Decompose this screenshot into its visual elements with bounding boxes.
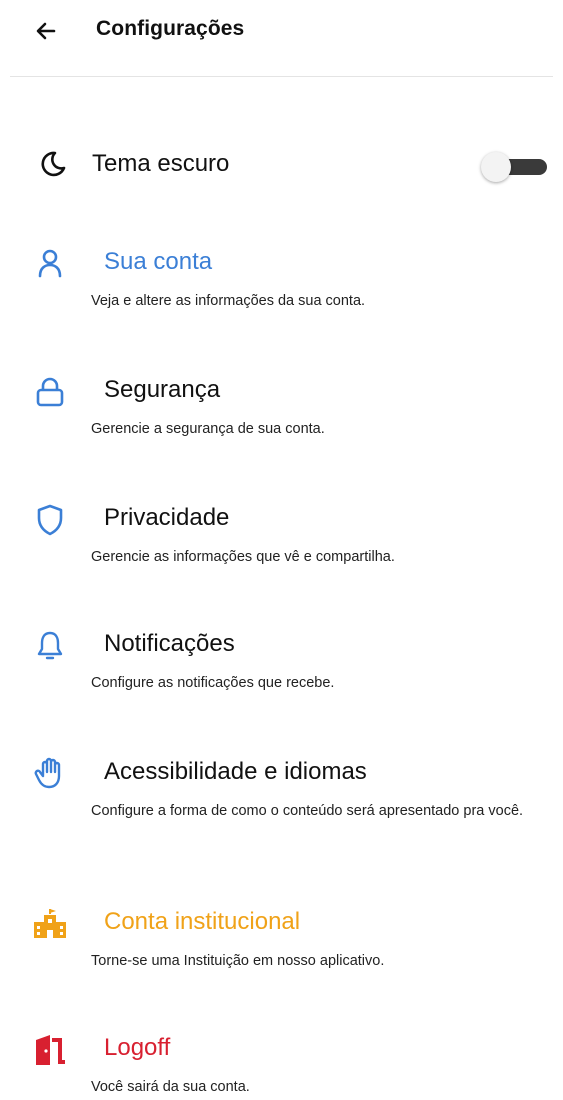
settings-item-title: Conta institucional (104, 908, 301, 935)
back-button[interactable] (30, 14, 64, 48)
settings-item-description: Veja e altere as informações da sua cont… (91, 293, 366, 309)
user-icon (38, 249, 62, 278)
settings-item-description: Você sairá da sua conta. (91, 1079, 250, 1095)
settings-item-title: Segurança (104, 376, 221, 403)
settings-item-title: Privacidade (104, 504, 230, 531)
dark-theme-toggle[interactable] (481, 152, 549, 182)
settings-item-accessibility[interactable]: Acessibilidade e idiomas Configure a for… (0, 756, 563, 856)
settings-item-security[interactable]: Segurança Gerencie a segurança de sua co… (0, 374, 563, 444)
arrow-left-icon (36, 22, 56, 40)
dark-theme-label: Tema escuro (92, 150, 230, 177)
settings-item-account[interactable]: Sua conta Veja e altere as informações d… (0, 246, 563, 316)
settings-item-description: Torne-se uma Instituição em nosso aplica… (91, 953, 385, 969)
settings-item-title: Acessibilidade e idiomas (104, 758, 367, 785)
settings-item-description: Configure a forma de como o conteúdo ser… (91, 803, 524, 819)
settings-item-logoff[interactable]: Logoff Você sairá da sua conta. (0, 1032, 563, 1100)
toggle-knob (481, 152, 511, 182)
page-title: Configurações (96, 17, 245, 40)
settings-item-description: Gerencie a segurança de sua conta. (91, 421, 325, 437)
settings-item-description: Gerencie as informações que vê e compart… (91, 549, 395, 565)
moon-icon (41, 151, 66, 177)
settings-item-institutional[interactable]: Conta institucional Torne-se uma Institu… (0, 906, 563, 976)
hand-icon (34, 757, 61, 789)
shield-icon (37, 504, 63, 536)
lock-icon (36, 377, 64, 407)
settings-item-title: Notificações (104, 630, 235, 657)
settings-item-privacy[interactable]: Privacidade Gerencie as informações que … (0, 502, 563, 572)
settings-item-title: Sua conta (104, 248, 213, 275)
header-divider (10, 76, 553, 77)
settings-item-title: Logoff (104, 1034, 171, 1061)
settings-item-description: Configure as notificações que recebe. (91, 675, 335, 691)
app-header: Configurações (0, 0, 563, 78)
building-icon (34, 909, 66, 938)
settings-item-notifications[interactable]: Notificações Configure as notificações q… (0, 628, 563, 698)
dark-theme-row[interactable]: Tema escuro (0, 136, 563, 192)
bell-icon (37, 631, 63, 660)
door-exit-icon (36, 1035, 65, 1065)
